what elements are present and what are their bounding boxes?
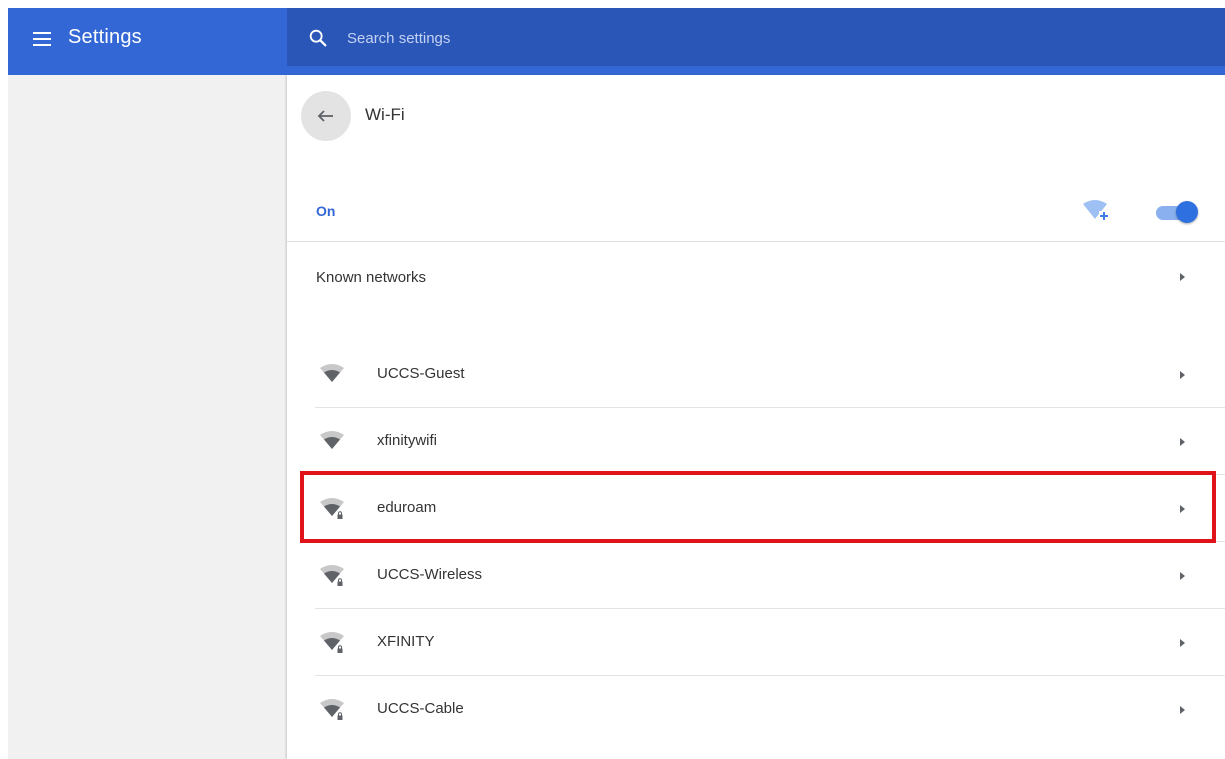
network-name: UCCS-Guest [377, 365, 465, 382]
chevron-right-icon [1180, 438, 1185, 446]
hamburger-menu-icon[interactable] [30, 27, 54, 51]
page-title: Wi-Fi [365, 105, 405, 124]
network-row-uccs-wireless[interactable]: UCCS-Wireless [315, 542, 1225, 609]
wifi-status-row: On [287, 183, 1225, 241]
wifi-secure-icon [320, 699, 344, 720]
toggle-knob [1176, 201, 1198, 223]
network-row-uccs-guest[interactable]: UCCS-Guest [315, 341, 1225, 408]
network-name: xfinitywifi [377, 432, 438, 449]
arrow-left-icon [317, 110, 333, 122]
wifi-signal-icon [320, 431, 344, 449]
known-networks-row[interactable]: Known networks [287, 242, 1225, 310]
app-title: Settings [68, 26, 142, 48]
search-icon[interactable] [307, 27, 329, 49]
back-button[interactable] [301, 91, 351, 141]
chevron-right-icon [1180, 572, 1185, 580]
wifi-secure-icon [320, 498, 344, 519]
chevron-right-icon [1180, 706, 1185, 714]
network-name: eduroam [377, 499, 437, 516]
header-title-area: Settings [8, 8, 287, 75]
chevron-right-icon [1180, 273, 1185, 281]
network-row-eduroam[interactable]: eduroam [315, 475, 1225, 542]
search-bar [287, 8, 1225, 75]
network-name: XFINITY [377, 633, 435, 650]
network-name: UCCS-Wireless [377, 566, 482, 583]
main-panel: Wi-Fi On Known networks UCCS-Guest xfini… [287, 75, 1225, 759]
search-input[interactable] [347, 25, 947, 51]
network-list: UCCS-Guest xfinitywifi eduroam UCCS-Wire… [315, 341, 1225, 742]
network-row-xfinitywifi[interactable]: xfinitywifi [315, 408, 1225, 475]
sidebar [8, 75, 287, 759]
settings-window: Settings Wi-Fi On [0, 0, 1225, 759]
top-bar: Settings [8, 8, 1225, 75]
chevron-right-icon [1180, 639, 1185, 647]
wifi-status-label: On [316, 203, 336, 219]
network-row-uccs-cable[interactable]: UCCS-Cable [315, 676, 1225, 742]
known-networks-label: Known networks [316, 269, 427, 286]
network-row-xfinity[interactable]: XFINITY [315, 609, 1225, 676]
wifi-secure-icon [320, 632, 344, 653]
chevron-right-icon [1180, 371, 1185, 379]
wifi-toggle[interactable] [1155, 199, 1201, 225]
wifi-signal-icon [320, 364, 344, 382]
chevron-right-icon [1180, 505, 1185, 513]
network-name: UCCS-Cable [377, 700, 464, 717]
wifi-secure-icon [320, 565, 344, 586]
wifi-add-icon[interactable] [1081, 199, 1111, 225]
